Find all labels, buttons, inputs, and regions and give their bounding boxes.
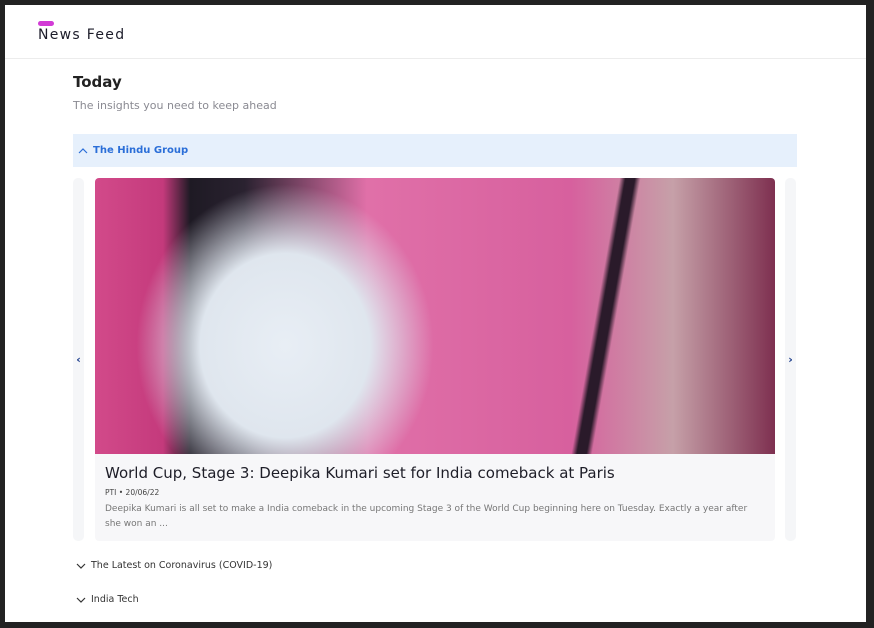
article-title[interactable]: World Cup, Stage 3: Deepika Kumari set f… (105, 464, 615, 482)
chevron-down-icon (73, 597, 89, 603)
brand-accent (38, 21, 54, 26)
header: News Feed (5, 5, 866, 59)
article-source: PTI (105, 488, 117, 497)
chevron-down-icon (73, 563, 89, 569)
accordion-hindu-group[interactable]: The Hindu Group (73, 134, 797, 167)
section-subtitle: The insights you need to keep ahead (73, 99, 277, 112)
chevron-left-icon: ‹ (76, 353, 81, 366)
carousel-next-button[interactable]: › (785, 178, 796, 541)
accordion-label: The Latest on Coronavirus (COVID-19) (91, 560, 273, 571)
article-excerpt: Deepika Kumari is all set to make a Indi… (105, 504, 748, 529)
meta-separator: • (118, 488, 124, 497)
app-title: News Feed (38, 27, 126, 43)
accordion-label: India Tech (91, 594, 139, 605)
accordion-label: The Hindu Group (93, 145, 189, 156)
article-meta: PTI • 20/06/22 (105, 488, 159, 497)
accordion-coronavirus[interactable]: The Latest on Coronavirus (COVID-19) (73, 560, 272, 571)
article-card[interactable]: World Cup, Stage 3: Deepika Kumari set f… (95, 178, 775, 541)
article-image (95, 178, 775, 454)
article-date: 20/06/22 (125, 488, 160, 497)
carousel-prev-button[interactable]: ‹ (73, 178, 84, 541)
app-window: News Feed Today The insights you need to… (5, 5, 866, 622)
accordion-india-tech[interactable]: India Tech (73, 594, 139, 605)
chevron-up-icon (75, 147, 91, 154)
chevron-right-icon: › (788, 353, 793, 366)
section-title: Today (73, 73, 122, 91)
